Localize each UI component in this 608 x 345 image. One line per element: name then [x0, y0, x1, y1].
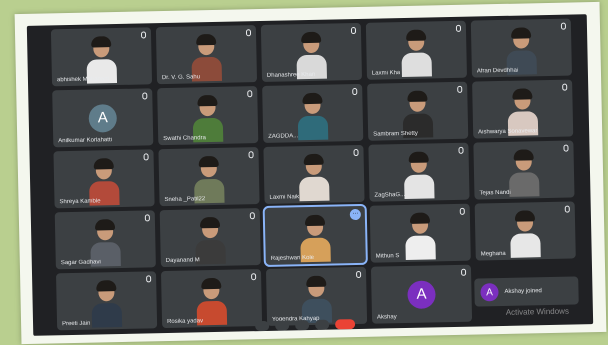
participant-video	[294, 150, 333, 201]
participant-tile[interactable]: Laxmi Naik	[263, 144, 365, 204]
participant-name: Akshay	[376, 314, 397, 321]
mic-off-icon	[353, 148, 359, 157]
participant-tile[interactable]: Mithun S	[369, 203, 471, 263]
participant-tile[interactable]: Yogendra Kahyap	[265, 266, 368, 326]
mic-off-icon	[352, 87, 358, 96]
participant-video	[188, 91, 227, 143]
participant-video	[296, 211, 335, 262]
participant-tile[interactable]: Dr. V. G. Sahu	[155, 25, 258, 85]
mic-off-icon	[350, 27, 357, 35]
participant-name: Aishwarya Sonavewar	[478, 128, 538, 136]
participant-avatar: A	[88, 103, 118, 133]
participant-video	[85, 154, 124, 206]
mic-off-icon	[248, 151, 254, 159]
participant-tile[interactable]: Laxmi Kha	[365, 20, 467, 80]
participant-tile[interactable]: Dayanand M	[159, 208, 261, 268]
mic-off-icon	[459, 207, 465, 215]
participant-name: Sneha _Patil22	[164, 196, 206, 204]
mic-off-icon	[460, 268, 467, 276]
participant-tile[interactable]: Tejas Nandi	[473, 140, 575, 200]
participant-video	[293, 89, 332, 140]
participant-name: Rosika yadav	[166, 318, 204, 326]
participant-tile[interactable]: A Akshay	[370, 264, 473, 324]
participant-avatar: A	[407, 279, 436, 309]
more-options-button[interactable]	[315, 319, 330, 330]
more-options-icon[interactable]: ⋯	[349, 208, 361, 221]
participant-name: ZAGDDA...	[268, 133, 299, 140]
participant-name: Meghana	[480, 250, 506, 258]
participant-tile[interactable]: Afran Devdhhai	[470, 18, 572, 78]
participant-tile[interactable]: A Anilkumar Korlahatti	[52, 88, 154, 148]
participant-video	[504, 146, 543, 197]
participant-name: Dayanand M	[165, 257, 200, 265]
mic-off-icon	[563, 144, 569, 152]
participant-tile[interactable]: Shreya Kamble	[53, 149, 155, 209]
mic-off-icon	[564, 205, 570, 213]
camera-button[interactable]	[275, 320, 290, 331]
participant-name: Mithun S	[375, 253, 400, 260]
mic-off-icon	[144, 214, 150, 222]
participant-name: Shreya Kamble	[59, 198, 101, 206]
participant-name: Sagar Gadhavi	[60, 259, 101, 267]
leave-call-button[interactable]	[335, 319, 356, 330]
mic-off-icon	[146, 275, 152, 283]
participant-name: Preeti Jain	[62, 320, 91, 328]
mic-off-icon	[247, 90, 253, 98]
participant-name: Laxmi Naik	[269, 194, 300, 201]
participant-name: Tejas Nandi	[479, 189, 511, 197]
toast-avatar: A	[480, 283, 499, 302]
participant-name: Rajeshwari Kole	[270, 254, 315, 262]
participant-name: Dhanashree Khan	[266, 71, 316, 79]
participant-tile[interactable]: ⋯ Rajeshwari Kole	[262, 203, 368, 268]
participant-video	[399, 148, 438, 199]
participant-video	[502, 24, 541, 75]
participant-name: ZagShaG...	[374, 192, 406, 199]
participant-tile[interactable]: Sambram Shetty	[367, 81, 469, 141]
participant-name: Laxmi Kha	[371, 70, 401, 77]
mic-off-icon	[142, 92, 148, 100]
activate-windows-watermark: Activate Windows	[505, 306, 570, 317]
join-notification: A Akshay joined	[474, 276, 579, 307]
mic-off-icon	[455, 24, 462, 32]
participant-name: Swathi Chandra	[163, 135, 206, 143]
participant-tile[interactable]: Aishwarya Sonavewar	[472, 79, 574, 139]
mic-off-icon	[562, 83, 568, 91]
participant-tile[interactable]: ZagShaG...	[368, 142, 470, 202]
participant-name: Dr. V. G. Sahu	[161, 74, 201, 82]
participant-video	[87, 276, 126, 328]
toast-text: Akshay joined	[504, 288, 542, 295]
participant-tile[interactable]: Meghana	[474, 201, 576, 261]
participant-video	[190, 152, 229, 204]
mic-off-icon	[458, 146, 464, 154]
mic-off-icon	[249, 212, 255, 220]
participant-tile[interactable]: Dhanashree Khan	[260, 22, 363, 82]
participant-name: Afran Devdhhai	[476, 67, 519, 75]
participant-tile[interactable]: Rosika yadav	[160, 269, 263, 329]
participant-tile[interactable]: ZAGDDA...	[262, 83, 364, 143]
participant-tile[interactable]: Swathi Chandra	[157, 86, 259, 146]
meeting-screen: abhishek Mohanani Dr. V. G. Sahu Dhanashre…	[26, 14, 594, 336]
mic-off-icon	[251, 273, 257, 281]
participant-video	[397, 26, 436, 77]
participant-video	[401, 209, 440, 260]
participant-video	[187, 30, 226, 82]
mic-button[interactable]	[255, 320, 270, 332]
participant-name: Sambram Shetty	[373, 130, 418, 138]
mic-off-icon	[140, 31, 147, 39]
participant-tile[interactable]: Sagar Gadhavi	[54, 210, 156, 270]
participant-tile[interactable]: Sneha _Patil22	[158, 147, 260, 207]
participant-tile[interactable]: Preeti Jain	[56, 271, 158, 331]
participant-tile[interactable]: abhishek Mohanani	[50, 27, 153, 87]
participant-name: Anilkumar Korlahatti	[58, 137, 112, 145]
participant-video	[86, 215, 125, 267]
meeting-controls	[255, 319, 356, 332]
mic-off-icon	[457, 85, 463, 93]
mic-off-icon	[245, 29, 252, 37]
present-button[interactable]	[295, 320, 310, 331]
participant-name: abhishek Mohanani	[56, 76, 110, 84]
participant-video	[506, 207, 545, 258]
mic-off-icon	[356, 270, 362, 279]
mic-off-icon	[560, 22, 567, 30]
mic-off-icon	[143, 153, 149, 161]
